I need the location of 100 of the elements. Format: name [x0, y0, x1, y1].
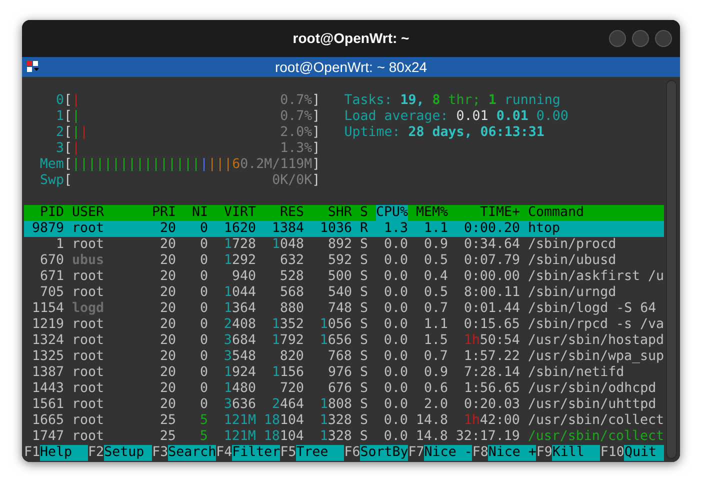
table-cell-text: 121M — [222, 429, 256, 445]
table-cell-text: 1156 — [270, 365, 304, 381]
table-cell-text: 2464 — [270, 397, 304, 413]
table-cell: 18104 — [264, 429, 304, 445]
function-key: F7 — [408, 445, 424, 461]
table-cell-text: 3548 — [222, 349, 256, 365]
table-cell-text: 976 — [326, 365, 352, 381]
process-row[interactable]: 671 root 20 0 940 528 500 S 0.0 0.4 0:00.00 /sbin/askfirst /u — [24, 269, 664, 285]
table-cell-text: 1480 — [222, 381, 256, 397]
table-cell-text: 1:56.65 — [462, 381, 520, 397]
meter-reading: 0.7% — [280, 93, 312, 109]
load-average-value: 0.00 — [536, 109, 568, 125]
table-cell-text: 540 — [326, 285, 352, 301]
table-cell-text: root — [72, 285, 106, 301]
meter-bar-text: | — [80, 125, 88, 141]
column-header[interactable]: PRI — [152, 205, 176, 221]
function-key-label[interactable]: SortBy — [360, 445, 408, 461]
function-key-label[interactable]: Nice - — [424, 445, 472, 461]
table-cell-text: 1328 — [318, 429, 352, 445]
function-key-label[interactable]: Nice + — [488, 445, 536, 461]
table-cell-text: 0 — [199, 381, 208, 397]
column-header[interactable]: CPU% — [376, 205, 408, 221]
function-key-label[interactable]: Search — [168, 445, 216, 461]
minimize-button[interactable] — [609, 30, 626, 47]
table-cell-text: htop — [528, 221, 562, 237]
terminal-menu-icon[interactable] — [26, 60, 40, 74]
close-button[interactable] — [655, 30, 672, 47]
table-cell-text: 20 — [158, 269, 176, 285]
column-header[interactable]: MEM% — [416, 205, 448, 221]
column-header[interactable]: TIME+ — [456, 205, 520, 221]
table-cell-text: 568 — [278, 285, 304, 301]
table-cell-text: 0.5 — [422, 253, 448, 269]
load-average-label: Load average: — [344, 109, 448, 125]
process-row[interactable]: 1324 root 20 0 3684 1792 1656 S 0.0 1.5 1h50:54 /usr/sbin/hostapd — [24, 333, 664, 349]
table-cell-text: root — [72, 381, 106, 397]
scrollbar[interactable] — [666, 80, 677, 459]
table-cell-text: 0.6 — [422, 381, 448, 397]
table-cell-text: 0.0 — [382, 285, 408, 301]
tab-title[interactable]: root@OpenWrt: ~ 80x24 — [274, 56, 428, 78]
column-header[interactable]: NI — [184, 205, 208, 221]
table-cell-text: 1387 — [30, 365, 64, 381]
column-header[interactable]: PID — [24, 205, 64, 221]
process-row[interactable]: 1325 root 20 0 3548 820 768 S 0.0 0.7 1:57.22 /usr/sbin/wpa_sup — [24, 349, 664, 365]
column-header[interactable]: Command — [528, 205, 664, 221]
table-cell-text: 1036 — [318, 221, 352, 237]
table-cell-text: 1328 — [318, 413, 352, 429]
meter-label: 3 — [55, 141, 64, 157]
process-row[interactable]: 1747 root 25 5 121M 18104 1328 S 0.0 14.8 32:17.19 /usr/sbin/collect — [24, 429, 664, 445]
table-cell: /sbin/rpcd -s /va — [528, 317, 664, 333]
table-cell-text: 528 — [278, 269, 304, 285]
function-key-label[interactable]: Help — [40, 445, 88, 461]
table-cell-text: 1924 — [222, 365, 256, 381]
process-row[interactable]: 670 ubus 20 0 1292 632 592 S 0.0 0.5 0:07.79 /sbin/ubusd — [24, 253, 664, 269]
function-key-label[interactable]: Tree — [296, 445, 344, 461]
process-row[interactable]: 1665 root 25 5 121M 18104 1328 S 0.0 14.8 1h42:00 /usr/sbin/collect — [24, 413, 664, 429]
process-row[interactable]: 1 root 20 0 1728 1048 892 S 0.0 0.9 0:34.64 /sbin/procd — [24, 237, 664, 253]
table-cell-text: 7:28.14 — [462, 365, 520, 381]
table-cell-text: 1.5 — [422, 333, 448, 349]
process-row[interactable]: 1561 root 20 0 3636 2464 1808 S 0.0 2.0 0:20.03 /usr/sbin/uhttpd — [24, 397, 664, 413]
table-cell-text: 0 — [198, 269, 208, 285]
function-key-label[interactable]: Kill — [552, 445, 600, 461]
table-cell-text: 20 — [159, 381, 176, 397]
meter-reading: 1.3% — [280, 141, 312, 157]
table-cell-text: 0 — [198, 333, 208, 349]
process-row[interactable]: 705 root 20 0 1044 568 540 S 0.0 0.5 8:00.11 /sbin/urngd — [24, 285, 664, 301]
running-count: 1 — [488, 93, 496, 109]
table-cell: R — [360, 221, 368, 237]
column-header[interactable]: VIRT — [216, 205, 256, 221]
column-header[interactable]: S — [360, 205, 368, 221]
maximize-button[interactable] — [632, 30, 649, 47]
table-cell-text: 25 — [158, 413, 176, 429]
process-row[interactable]: 1443 root 20 0 1480 720 676 S 0.0 0.6 1:56.65 /usr/sbin/odhcpd — [24, 381, 664, 397]
table-cell-text: 1h42:00 — [462, 413, 520, 429]
table-cell-text: 0.0 — [382, 413, 408, 429]
function-key-label[interactable]: Quit — [624, 445, 664, 461]
process-row[interactable]: 9879 root 20 0 1620 1384 1036 R 1.3 1.1 0:00.20 htop — [24, 221, 664, 237]
meter-bar-text: | — [200, 157, 208, 173]
function-key-label[interactable]: Setup — [104, 445, 152, 461]
meter-bar-text: |||||||||||||||| — [72, 157, 200, 173]
table-cell-text: 1.1 — [422, 317, 448, 333]
column-header[interactable]: USER — [72, 205, 144, 221]
table-cell-text: 0.5 — [422, 285, 448, 301]
table-cell-text: 0.0 — [382, 397, 408, 413]
table-cell-text: 2408 — [222, 317, 256, 333]
load-average-value: 0.01 — [456, 109, 488, 125]
tasks-count: 19, — [400, 93, 424, 109]
table-cell-text: root — [72, 397, 106, 413]
table-cell-text: 2.0 — [422, 397, 448, 413]
table-cell-text: logd — [72, 301, 106, 317]
column-header[interactable]: SHR — [312, 205, 352, 221]
column-header[interactable]: RES — [264, 205, 304, 221]
table-cell-text: 0.0 — [382, 317, 408, 333]
table-cell-text: 0.0 — [382, 349, 408, 365]
function-key-label[interactable]: Filter — [232, 445, 280, 461]
meter-reading: 0K/0K — [272, 173, 312, 189]
process-row[interactable]: 1154 logd 20 0 1364 880 748 S 0.0 0.7 0:01.44 /sbin/logd -S 64 — [24, 301, 664, 317]
table-cell-text: 0:15.65 — [462, 317, 520, 333]
process-row[interactable]: 1387 root 20 0 1924 1156 976 S 0.0 0.9 7:28.14 /sbin/netifd — [24, 365, 664, 381]
process-row[interactable]: 1219 root 20 0 2408 1352 1056 S 0.0 1.1 0:15.65 /sbin/rpcd -s /va — [24, 317, 664, 333]
meter-bracket: ] — [312, 93, 320, 109]
